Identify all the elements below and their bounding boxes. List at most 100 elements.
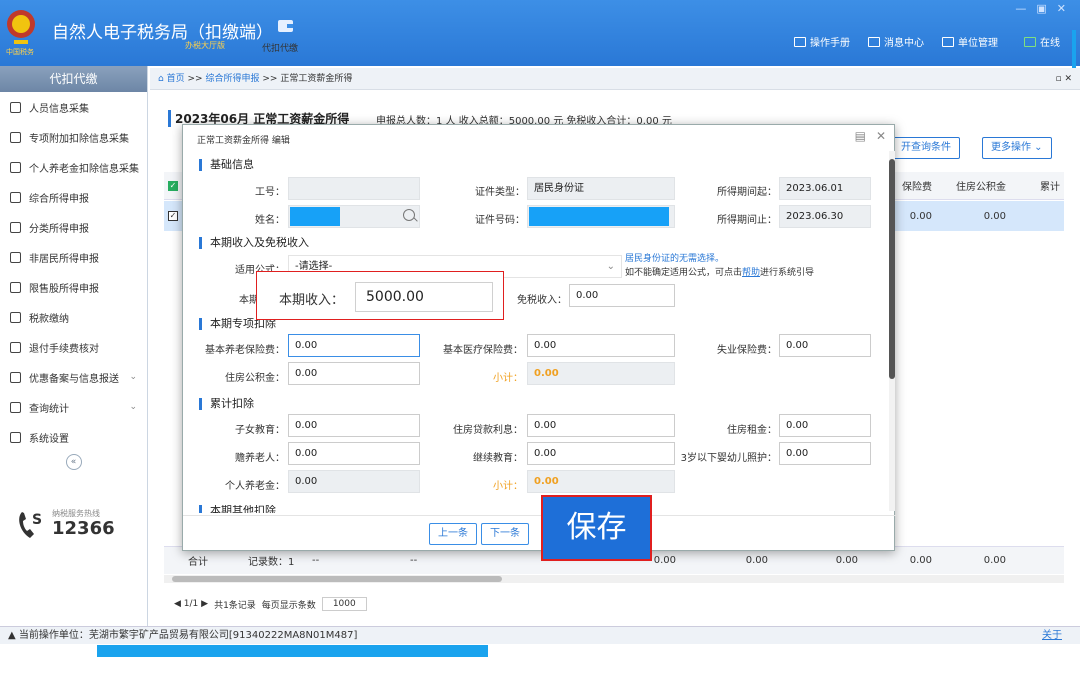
close-icon[interactable]: ✕ <box>876 129 886 143</box>
maximize-icon[interactable]: ▤ <box>855 129 866 143</box>
sidebar-item-9[interactable]: 优惠备案与信息报送 ⌄ <box>0 362 147 392</box>
pager-total: 共1条记录 <box>214 600 256 611</box>
bar-icon <box>10 281 21 293</box>
about-link[interactable]: 关于 <box>1042 627 1062 645</box>
dialog-title: 正常工资薪金所得 编辑 <box>197 136 290 146</box>
sidebar-item-label: 系统设置 <box>29 433 69 445</box>
mortgage-field[interactable]: 0.00 <box>527 414 675 437</box>
sidebar-item-4[interactable]: 分类所得申报 <box>0 212 147 242</box>
unemployment-field[interactable]: 0.00 <box>779 334 871 357</box>
pager-nav[interactable]: ◀ 1/1 ▶ <box>174 599 208 609</box>
select-all-checkbox[interactable]: ✓ <box>168 181 178 191</box>
search-icon[interactable] <box>403 209 415 221</box>
svg-text:中国税务: 中国税务 <box>6 47 34 56</box>
wallet-icon <box>10 311 21 323</box>
chevron-down-icon: ⌄ <box>129 372 137 382</box>
breadcrumb: ⌂ 首页 >> 综合所得申报 >> 正常工资薪金所得 ▫ ✕ <box>150 68 1080 90</box>
chevron-down-icon: ⌄ <box>606 261 615 272</box>
online-status[interactable]: 在线 <box>1024 34 1060 49</box>
nav-tile-label: 代扣代缴 <box>262 44 299 54</box>
children-field[interactable]: 0.00 <box>288 414 420 437</box>
infant-care-field[interactable]: 0.00 <box>779 442 871 465</box>
sidebar-item-label: 非居民所得申报 <box>29 253 99 265</box>
period-end-label: 所得期间止： <box>717 215 777 226</box>
message-link[interactable]: 消息中心 <box>868 34 924 49</box>
dialog-scrollbar[interactable] <box>889 151 895 511</box>
footer-value: 0.00 <box>983 555 1006 566</box>
rent-label: 住房租金： <box>727 425 777 436</box>
pager: ◀ 1/1 ▶ 共1条记录 每页显示条数 1000 <box>174 597 367 611</box>
medical-field[interactable]: 0.00 <box>527 334 675 357</box>
unit-manage-link[interactable]: 单位管理 <box>942 34 998 49</box>
save-button[interactable]: 保存 <box>541 495 652 561</box>
doc-icon <box>10 161 21 173</box>
period-start-field: 2023.06.01 <box>779 177 871 200</box>
formula-help-note: 如不能确定适用公式，可点击帮助进行系统引导 <box>625 268 815 278</box>
window-controls: — ▣ ✕ <box>1015 2 1066 15</box>
phone-icon: S <box>19 512 42 538</box>
sidebar-item-label: 专项附加扣除信息采集 <box>29 133 129 145</box>
elderly-field[interactable]: 0.00 <box>288 442 420 465</box>
current-income-label: 本期 <box>239 295 259 306</box>
sidebar-item-5[interactable]: 非居民所得申报 <box>0 242 147 272</box>
tab-controls[interactable]: ▫ ✕ <box>1055 68 1072 90</box>
hotline: S 纳税服务热线 12366 <box>14 508 115 545</box>
next-button[interactable]: 下一条 <box>481 523 529 545</box>
breadcrumb-level1[interactable]: 综合所得申报 <box>205 74 259 84</box>
current-income-field[interactable]: 5000.00 <box>355 282 493 312</box>
continuing-edu-field[interactable]: 0.00 <box>527 442 675 465</box>
sidebar-item-0[interactable]: 人员信息采集 <box>0 92 147 122</box>
row-checkbox[interactable]: ✓ <box>168 211 178 221</box>
breadcrumb-home[interactable]: 首页 <box>167 74 185 84</box>
side-marker <box>1072 30 1076 70</box>
collapse-icon[interactable]: « <box>65 454 82 470</box>
scrollbar-thumb[interactable] <box>889 159 895 379</box>
wallet-icon <box>278 20 293 32</box>
sidebar-item-7[interactable]: 税款缴纳 <box>0 302 147 332</box>
mail-icon <box>868 36 880 47</box>
close-icon[interactable]: ✕ <box>1057 2 1066 15</box>
pension-field[interactable]: 0.00 <box>288 334 420 357</box>
sidebar-item-label: 综合所得申报 <box>29 193 89 205</box>
grid-col-housing: 住房公积金 <box>956 182 1006 193</box>
sidebar-item-10[interactable]: 查询统计 ⌄ <box>0 392 147 422</box>
tax-emblem-icon: 中国税务 <box>6 10 35 56</box>
cumulative-subtotal-label: 小计： <box>493 481 523 492</box>
list-icon <box>10 131 21 143</box>
nav-tile-withholding[interactable]: 代扣代缴 <box>262 18 310 54</box>
file-icon <box>10 371 21 383</box>
maximize-icon[interactable]: ▣ <box>1036 2 1046 15</box>
scrollbar-thumb[interactable] <box>172 576 502 582</box>
status-text: 当前操作单位：芜湖市繁宇矿产品贸易有限公司[91340222MA8N01M487… <box>18 630 358 641</box>
sidebar-item-6[interactable]: 限售股所得申报 <box>0 272 147 302</box>
horizontal-scrollbar[interactable] <box>164 575 1064 583</box>
sidebar-item-1[interactable]: 专项附加扣除信息采集 <box>0 122 147 152</box>
open-query-button[interactable]: 开查询条件 <box>892 137 960 159</box>
period-start-label: 所得期间起： <box>717 187 777 198</box>
id-type-field: 居民身份证 <box>527 177 675 200</box>
sidebar-item-3[interactable]: 综合所得申报 <box>0 182 147 212</box>
prev-button[interactable]: 上一条 <box>429 523 477 545</box>
user-icon: ▲ <box>8 630 16 641</box>
sidebar-item-11[interactable]: 系统设置 <box>0 422 147 452</box>
more-actions-button[interactable]: 更多操作 ⌄ <box>982 137 1052 159</box>
monitor-icon <box>1024 36 1036 47</box>
home-icon[interactable]: ⌂ <box>158 74 164 84</box>
rent-field[interactable]: 0.00 <box>779 414 871 437</box>
sidebar-item-label: 个人养老金扣除信息采集 <box>29 163 139 175</box>
chevron-down-icon: ⌄ <box>129 402 137 412</box>
personal-pension-label: 个人养老金： <box>225 481 285 492</box>
grid-col-cumulative: 累计 <box>1040 182 1060 193</box>
page-size-input[interactable]: 1000 <box>321 597 367 611</box>
sidebar-item-8[interactable]: 退付手续费核对 <box>0 332 147 362</box>
emp-no-field[interactable] <box>288 177 420 200</box>
minimize-icon[interactable]: — <box>1015 2 1026 15</box>
manual-link[interactable]: 操作手册 <box>794 34 850 49</box>
continuing-edu-label: 继续教育： <box>473 453 523 464</box>
sidebar-item-2[interactable]: 个人养老金扣除信息采集 <box>0 152 147 182</box>
dialog-footer: 上一条 下一条 <box>183 515 896 552</box>
help-link[interactable]: 帮助 <box>742 268 760 278</box>
statusbar: ▲ 当前操作单位：芜湖市繁宇矿产品贸易有限公司[91340222MA8N01M4… <box>0 626 1080 644</box>
exempt-income-field[interactable]: 0.00 <box>569 284 675 307</box>
housing-fund-field[interactable]: 0.00 <box>288 362 420 385</box>
